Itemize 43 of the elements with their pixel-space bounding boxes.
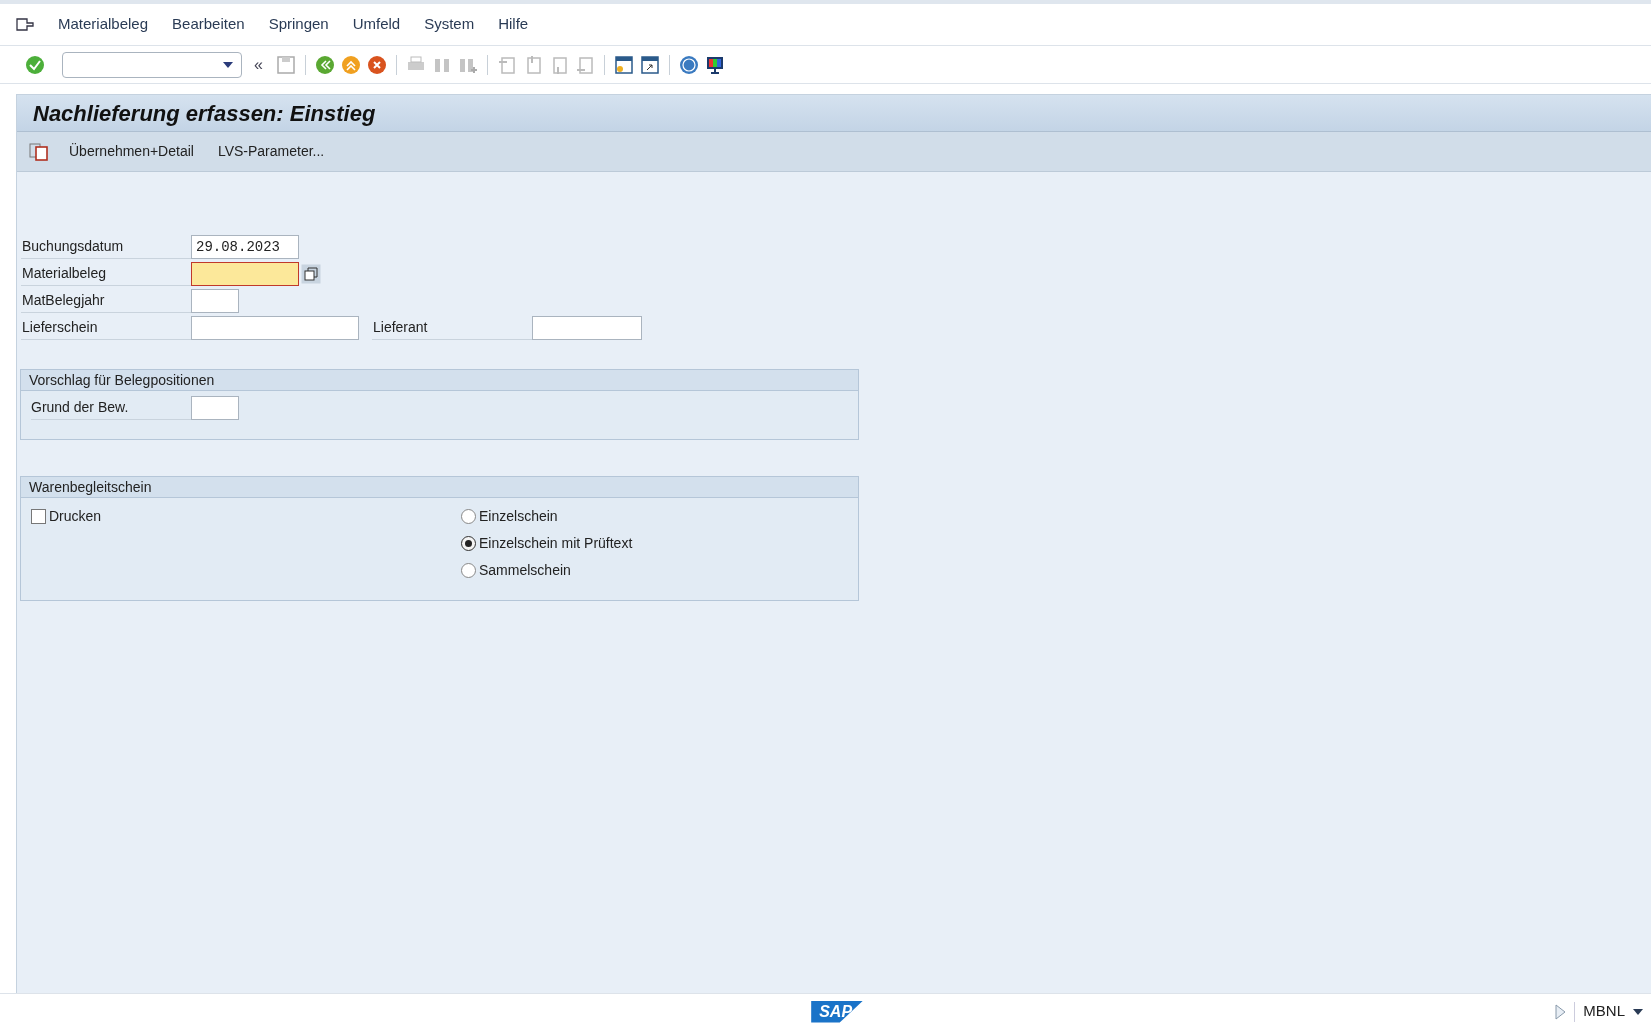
help-icon[interactable] xyxy=(677,53,700,76)
shortcut-icon[interactable] xyxy=(638,53,661,76)
input-field[interactable] xyxy=(191,315,359,340)
menu-item[interactable]: Bearbeiten xyxy=(172,13,245,36)
input-field[interactable] xyxy=(532,315,642,340)
sap-logo: SAP xyxy=(811,1000,864,1023)
save-icon[interactable] xyxy=(274,53,297,76)
menu-item[interactable]: Umfeld xyxy=(352,13,401,36)
checkbox[interactable] xyxy=(31,509,46,524)
group-title: Warenbegleitschein xyxy=(21,477,858,498)
toolbar-button[interactable]: Übernehmen+Detail xyxy=(65,141,198,162)
collapse-icon[interactable]: « xyxy=(254,52,263,77)
radio-label[interactable]: Einzelschein mit Prüftext xyxy=(479,533,633,554)
radio-button[interactable] xyxy=(461,509,476,524)
copy-icon[interactable] xyxy=(29,142,49,161)
group-title: Vorschlag für Belegpositionen xyxy=(21,370,858,391)
back-icon[interactable] xyxy=(313,53,336,76)
menu-item[interactable]: Springen xyxy=(268,13,329,36)
radio-button[interactable] xyxy=(461,536,476,551)
dropdown-icon[interactable] xyxy=(1633,1008,1643,1015)
radio-label[interactable]: Sammelschein xyxy=(479,560,571,581)
radio-label[interactable]: Einzelschein xyxy=(479,506,558,527)
cancel-icon[interactable] xyxy=(365,53,388,76)
input-field[interactable] xyxy=(191,395,239,420)
enter-icon[interactable] xyxy=(24,53,46,76)
toolbar-button[interactable]: LVS-Parameter... xyxy=(213,141,329,162)
radio-button[interactable] xyxy=(461,563,476,578)
transaction-code[interactable]: MBNL xyxy=(1583,1000,1625,1023)
menu-item[interactable]: System xyxy=(424,13,475,36)
menu-item[interactable]: Materialbeleg xyxy=(58,13,149,36)
value-help-icon[interactable] xyxy=(301,263,321,284)
menu-icon[interactable] xyxy=(16,16,34,33)
new-window-icon[interactable] xyxy=(612,53,635,76)
exit-icon[interactable] xyxy=(339,53,362,76)
play-icon[interactable] xyxy=(1554,1003,1567,1020)
checkbox-label[interactable]: Drucken xyxy=(49,506,102,527)
menu-item[interactable]: Hilfe xyxy=(498,13,529,36)
input-field[interactable] xyxy=(191,288,239,313)
input-field[interactable] xyxy=(191,261,299,286)
input-field[interactable]: 29.08.2023 xyxy=(191,234,299,259)
dropdown-icon xyxy=(223,61,233,68)
screen-title: Nachlieferung erfassen: Einstieg xyxy=(33,99,376,128)
command-field[interactable] xyxy=(62,51,242,78)
